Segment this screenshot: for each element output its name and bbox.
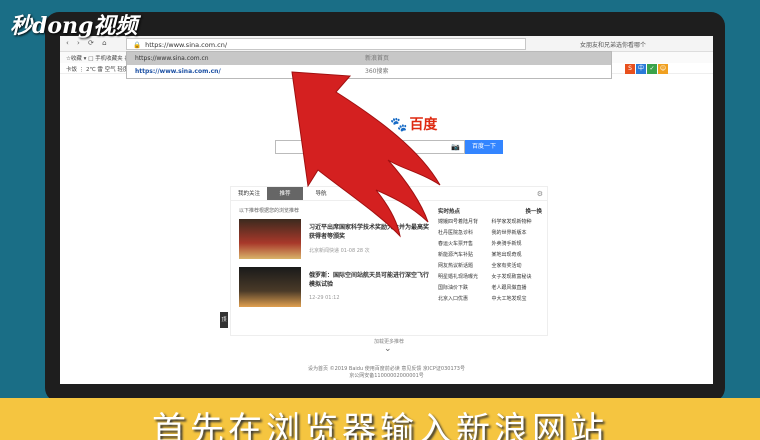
feed-tabs: 我的关注 推荐 导航	[231, 187, 547, 201]
hot-item[interactable]: 嫦娥四号着陆月背	[438, 218, 489, 225]
browser-toolbar: ‹ › ⟳ ⌂ 🔒 https://www.sina.com.cn/ 女朋友和兄弟…	[60, 36, 713, 52]
hot-item[interactable]: 新能源汽车补贴	[438, 251, 489, 258]
ext-icon-1[interactable]: 中	[636, 64, 646, 74]
hot-item[interactable]: 女子发现致富秘诀	[492, 273, 543, 280]
ext-icon-3[interactable]: ☺	[658, 64, 668, 74]
hot-topics: 实时热点 换一换 嫦娥四号着陆月背 科学家发现新物种 杜丹医院急诊科 我的世界新版本 春运…	[438, 207, 542, 302]
chevron-down-icon[interactable]: ⌄	[384, 344, 392, 354]
hot-item[interactable]: 老人跟风做直播	[492, 284, 543, 291]
footer-links: 设为首页 ©2019 Baidu 使用百度前必读 意见反馈 京ICP证03017…	[308, 366, 465, 372]
gear-icon[interactable]: ⚙	[537, 190, 543, 198]
subtitle-caption: 首先在浏览器输入新浪网站	[152, 410, 608, 440]
page-footer: 设为首页 ©2019 Baidu 使用百度前必读 意见反馈 京ICP证03017…	[60, 366, 713, 380]
news-title: 俄罗斯：国际空间站航天员可能进行深空飞行模拟试验	[309, 272, 430, 288]
extension-icons: S 中 ✓ ☺	[625, 64, 669, 74]
hot-item[interactable]: 网友热议新话题	[438, 262, 489, 269]
address-text: https://www.sina.com.cn/	[145, 41, 228, 49]
news-meta: 12-29 01:12	[309, 295, 340, 301]
news-thumbnail	[239, 267, 301, 307]
hot-title: 实时热点	[438, 209, 461, 215]
footer-record: 京公网安备11000002000001号	[349, 373, 424, 379]
suggestion-source: 360搜索	[365, 68, 389, 75]
hot-item[interactable]: 明星婚礼现场曝光	[438, 273, 489, 280]
news-feed: 我的关注 推荐 导航 ⚙ 以下推荐根据您的浏览推荐 习近平出席国家科学技术奖励大…	[230, 186, 548, 336]
camera-icon[interactable]: 📷	[451, 143, 460, 151]
search-suggestion-text[interactable]: 女朋友和兄弟选你看哪个	[580, 40, 646, 49]
hot-item[interactable]: 国际油价下跌	[438, 284, 489, 291]
secure-lock-icon: 🔒	[133, 41, 142, 49]
news-meta: 北京新闻快递 01-08 28 次	[309, 248, 370, 254]
hot-item[interactable]: 外卖骑手新规	[492, 240, 543, 247]
suggestion-url: https://www.sina.com.cn	[135, 55, 209, 62]
suggestion-item[interactable]: https://www.sina.com.cn/ 360搜索	[127, 65, 611, 78]
hot-grid: 嫦娥四号着陆月背 科学家发现新物种 杜丹医院急诊科 我的世界新版本 春运火车票开售 外卖骑…	[438, 218, 542, 302]
search-input[interactable]: 📷	[275, 140, 465, 154]
hot-item[interactable]: 我的世界新版本	[492, 229, 543, 236]
tab-navigation[interactable]: 导航	[303, 187, 339, 200]
browser-screen: ‹ › ⟳ ⌂ 🔒 https://www.sina.com.cn/ 女朋友和兄弟…	[60, 36, 713, 384]
news-title: 习近平出席国家科学技术奖励大会并为最高奖获得者等颁奖	[309, 224, 430, 240]
suggestion-source: 新浪首页	[365, 55, 390, 62]
list-item[interactable]: 俄罗斯：国际空间站航天员可能进行深空飞行模拟试验 12-29 01:12	[239, 267, 429, 307]
hot-item[interactable]: 北京入口优惠	[438, 295, 489, 302]
hot-item[interactable]: 春运火车票开售	[438, 240, 489, 247]
sogou-icon[interactable]: S	[625, 64, 635, 74]
suggestion-item[interactable]: https://www.sina.com.cn 新浪首页	[127, 52, 611, 65]
baidu-logo: 🐾 百度	[390, 114, 437, 134]
paw-icon: 🐾	[390, 117, 408, 133]
hot-item[interactable]: 杜丹医院急诊科	[438, 229, 489, 236]
video-watermark: 秒dong视频	[10, 13, 138, 39]
refresh-link[interactable]: 换一换	[525, 207, 542, 215]
feed-note: 以下推荐根据您的浏览推荐	[239, 208, 300, 214]
hot-item[interactable]: 某地出现奇观	[492, 251, 543, 258]
address-suggestions: https://www.sina.com.cn 新浪首页 https://www…	[126, 51, 612, 79]
back-to-top-button[interactable]: 顶	[220, 312, 228, 328]
suggestion-url: https://www.sina.com.cn/	[135, 68, 221, 75]
tab-recommend[interactable]: 推荐	[267, 187, 303, 200]
logo-text: 百度	[409, 117, 438, 133]
news-thumbnail	[239, 219, 301, 259]
hot-item[interactable]: 中大工地发现宝	[492, 295, 543, 302]
address-bar[interactable]: 🔒 https://www.sina.com.cn/	[126, 38, 526, 50]
nav-buttons[interactable]: ‹ › ⟳ ⌂	[66, 39, 110, 47]
list-item[interactable]: 习近平出席国家科学技术奖励大会并为最高奖获得者等颁奖 北京新闻快递 01-08 …	[239, 219, 429, 259]
search-button[interactable]: 百度一下	[465, 140, 503, 154]
tab-following[interactable]: 我的关注	[231, 187, 267, 200]
hot-item[interactable]: 全家有奖活动	[492, 262, 543, 269]
hot-item[interactable]: 科学家发现新物种	[492, 218, 543, 225]
ext-icon-2[interactable]: ✓	[647, 64, 657, 74]
